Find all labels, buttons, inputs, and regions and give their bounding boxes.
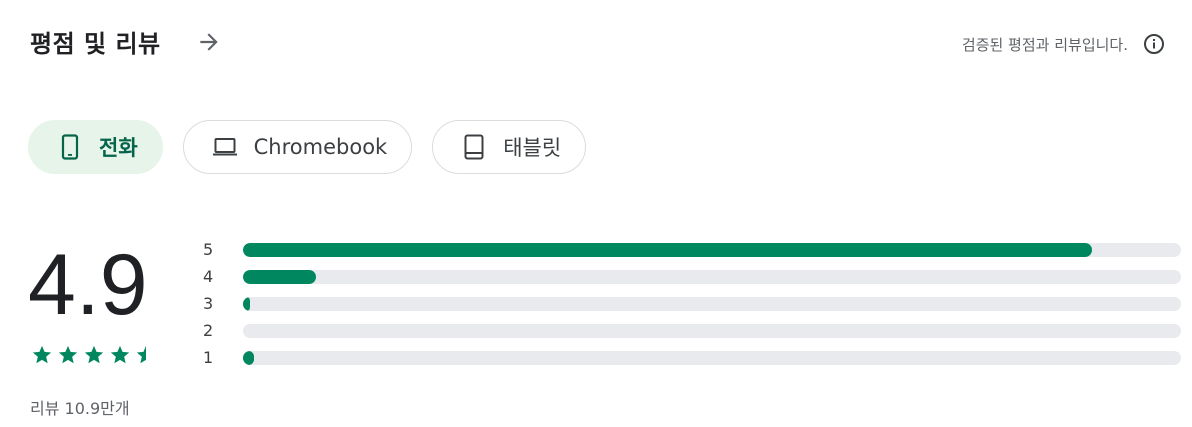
device-tabs: 전화 Chromebook 태블릿 [28,120,587,174]
distribution-row: 2 [203,317,1181,344]
rating-distribution: 5 4 3 2 1 [203,236,1181,371]
arrow-right-icon[interactable] [195,28,223,56]
review-count: 리뷰 10.9만개 [30,399,130,418]
phone-icon [57,134,83,160]
rating-score: 4.9 [28,237,148,333]
bar-fill [243,269,317,284]
tab-phone[interactable]: 전화 [28,120,163,174]
tab-label: Chromebook [253,135,388,159]
bar-track [243,323,1181,338]
bar-track [243,269,1181,284]
page-title: 평점 및 리뷰 [30,30,161,58]
star-icon [110,345,130,364]
bar-fill [243,350,255,365]
star-half-icon [136,345,156,364]
distribution-row: 5 [203,236,1181,263]
distribution-row: 4 [203,263,1181,290]
star-icon [84,345,104,364]
star-rating [31,344,157,366]
tab-chromebook[interactable]: Chromebook [182,120,413,174]
bar-label: 5 [203,240,214,259]
bar-label: 3 [203,294,214,313]
bar-label: 2 [203,321,214,340]
verified-note: 검증된 평점과 리뷰입니다. [962,32,1166,56]
tablet-icon [461,134,487,160]
bar-fill [243,296,250,311]
tab-label: 태블릿 [503,136,562,160]
laptop-icon [212,134,238,160]
bar-track [243,296,1181,311]
bar-track [243,350,1181,365]
star-icon [58,345,78,364]
tab-tablet[interactable]: 태블릿 [432,120,587,174]
ratings-header: 평점 및 리뷰 [30,24,223,59]
distribution-row: 1 [203,344,1181,371]
info-icon[interactable] [1142,32,1166,56]
bar-label: 4 [203,267,214,286]
bar-label: 1 [203,348,214,367]
tab-label: 전화 [99,136,138,160]
bar-fill [243,242,1092,257]
distribution-row: 3 [203,290,1181,317]
star-icon [32,345,52,364]
verified-text: 검증된 평점과 리뷰입니다. [961,35,1128,54]
bar-track [243,242,1181,257]
